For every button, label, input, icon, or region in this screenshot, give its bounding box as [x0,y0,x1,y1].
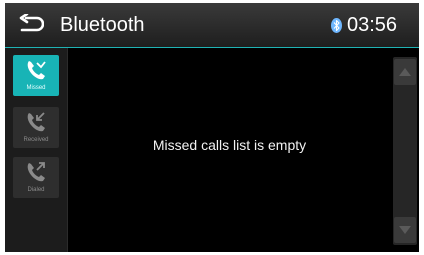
tab-label: Dialed [27,187,45,193]
bluetooth-icon [331,18,342,33]
call-log-sidebar: Missed Received Dialed [5,48,68,252]
tab-label: Received [23,137,49,143]
bluetooth-screen: Bluetooth 03:56 Missed Received Dialed M… [5,3,419,252]
tab-label: Missed [26,85,46,91]
triangle-down-icon [399,226,411,234]
scrollbar[interactable] [393,57,417,245]
call-list-area: Missed calls list is empty [68,48,391,252]
dialed-call-icon [27,162,45,182]
missed-call-icon [27,61,46,80]
triangle-up-icon [399,68,411,76]
tab-missed[interactable]: Missed [13,55,59,96]
scroll-up-button[interactable] [394,59,416,85]
empty-list-message: Missed calls list is empty [152,137,307,153]
page-title: Bluetooth [60,14,145,36]
back-arrow-icon [19,12,45,32]
tab-dialed[interactable]: Dialed [13,157,59,198]
clock: 03:56 [347,14,398,36]
scroll-down-button[interactable] [394,217,416,243]
back-button[interactable] [18,12,45,36]
received-call-icon [27,112,45,132]
header-bar: Bluetooth 03:56 [5,3,419,48]
tab-received[interactable]: Received [13,107,59,148]
